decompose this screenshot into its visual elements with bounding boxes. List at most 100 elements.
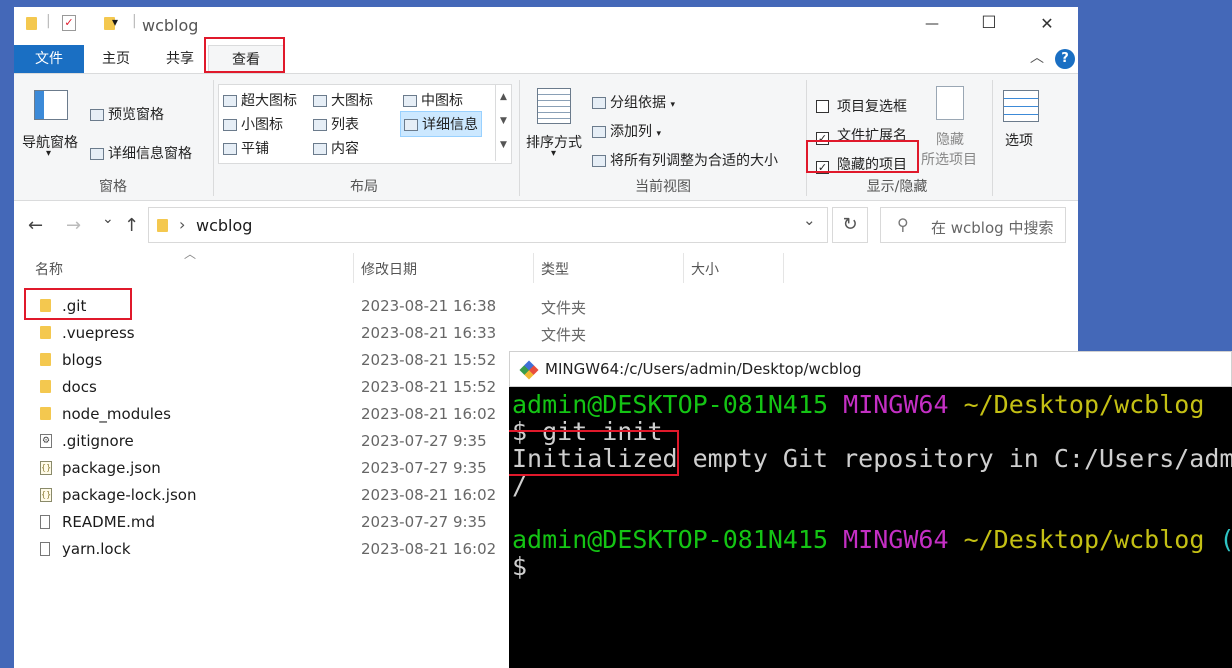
folder-icon bbox=[157, 219, 168, 232]
hidden-items-toggle[interactable]: ✓ 隐藏的项目 bbox=[816, 154, 907, 174]
options-icon bbox=[1003, 90, 1039, 122]
details-pane-label: 详细信息窗格 bbox=[108, 146, 192, 162]
layout-gallery: 超大图标 大图标 中图标 小图标 列表 详细信息 平铺 内容 ▲ ▼ ▼ bbox=[218, 84, 512, 164]
hide-selected-label-2[interactable]: 所选项目 bbox=[921, 149, 977, 169]
layout-scroll[interactable]: ▲ ▼ ▼ bbox=[495, 85, 511, 161]
navigation-pane-icon bbox=[34, 90, 68, 120]
column-header-name[interactable]: 名称 bbox=[35, 259, 63, 279]
preview-pane-icon bbox=[90, 109, 104, 121]
divider[interactable] bbox=[783, 253, 784, 283]
file-name: package.json bbox=[62, 459, 161, 477]
layout-extra-large-icons[interactable]: 超大图标 bbox=[223, 90, 297, 110]
chevron-down-icon[interactable]: ▾ bbox=[46, 148, 51, 159]
terminal-title-bar: MINGW64:/c/Users/admin/Desktop/wcblog bbox=[509, 351, 1232, 387]
address-dropdown-icon[interactable]: ⌄ bbox=[803, 211, 816, 229]
chevron-down-icon[interactable]: ▾ bbox=[551, 148, 556, 159]
prompt-cwd: ~/Desktop/wcblog bbox=[963, 525, 1205, 554]
layout-label: 列表 bbox=[331, 117, 359, 133]
chevron-down-icon: ▾ bbox=[670, 100, 675, 110]
file-date: 2023-08-21 16:38 bbox=[361, 297, 497, 315]
layout-large-icons[interactable]: 大图标 bbox=[313, 90, 373, 110]
divider bbox=[992, 80, 993, 196]
size-all-columns-button[interactable]: 将所有列调整为合适的大小 bbox=[592, 150, 778, 170]
folder-icon bbox=[40, 299, 51, 312]
divider[interactable] bbox=[683, 253, 684, 283]
close-button[interactable]: ✕ bbox=[1032, 14, 1062, 33]
column-header-size[interactable]: 大小 bbox=[691, 259, 719, 279]
group-by-button[interactable]: 分组依据 ▾ bbox=[592, 92, 675, 112]
layout-details[interactable]: 详细信息 bbox=[400, 111, 482, 137]
panes-group-label: 窗格 bbox=[99, 179, 127, 195]
hide-selected-label-1[interactable]: 隐藏 bbox=[936, 129, 964, 149]
collapse-ribbon-icon[interactable]: ︿ bbox=[1030, 47, 1044, 67]
terminal-command: $ git init bbox=[512, 417, 663, 446]
layout-tiles[interactable]: 平铺 bbox=[223, 138, 269, 158]
folder-icon bbox=[40, 380, 51, 393]
group-by-icon bbox=[592, 97, 606, 109]
folder-icon bbox=[40, 326, 51, 339]
divider[interactable] bbox=[533, 253, 534, 283]
column-header-date[interactable]: 修改日期 bbox=[361, 259, 417, 279]
layout-content[interactable]: 内容 bbox=[313, 138, 359, 158]
layout-label: 详细信息 bbox=[422, 117, 478, 133]
item-checkboxes-toggle[interactable]: 项目复选框 bbox=[816, 96, 907, 116]
layout-list[interactable]: 列表 bbox=[313, 114, 359, 134]
layout-label: 超大图标 bbox=[241, 93, 297, 109]
tab-home[interactable]: 主页 bbox=[94, 45, 138, 73]
recent-locations-button[interactable]: ⌄ bbox=[102, 211, 114, 227]
file-extensions-checkbox[interactable]: ✓ bbox=[816, 132, 829, 145]
file-row[interactable]: .git 2023-08-21 16:38 文件夹 bbox=[14, 294, 1078, 321]
terminal-window[interactable]: MINGW64:/c/Users/admin/Desktop/wcblog ad… bbox=[509, 351, 1232, 668]
json-file-icon: {} bbox=[40, 488, 52, 502]
layout-label: 平铺 bbox=[241, 141, 269, 157]
details-pane-button[interactable]: 详细信息窗格 bbox=[90, 143, 192, 163]
quick-access-dropdown-icon[interactable]: ▾ bbox=[112, 15, 118, 29]
refresh-button[interactable]: ↻ bbox=[832, 207, 868, 243]
extra-large-icons-icon bbox=[223, 95, 237, 107]
hidden-items-checkbox[interactable]: ✓ bbox=[816, 161, 829, 174]
file-row[interactable]: .vuepress 2023-08-21 16:33 文件夹 bbox=[14, 321, 1078, 348]
file-name: blogs bbox=[62, 351, 103, 369]
file-name: .gitignore bbox=[62, 432, 134, 450]
tab-view[interactable]: 查看 bbox=[208, 45, 284, 73]
file-date: 2023-08-21 16:33 bbox=[361, 324, 497, 342]
breadcrumb-separator-icon[interactable]: › bbox=[179, 215, 185, 234]
terminal-output-line: / bbox=[512, 471, 528, 500]
folder-icon bbox=[40, 407, 51, 420]
column-header-type[interactable]: 类型 bbox=[541, 259, 569, 279]
address-bar[interactable]: › wcblog ⌄ bbox=[148, 207, 828, 243]
json-file-icon: {} bbox=[40, 461, 52, 475]
terminal-output-line: Initialized empty Git repository in C:/U… bbox=[512, 444, 1232, 473]
back-button[interactable]: ← bbox=[28, 215, 43, 236]
layout-small-icons[interactable]: 小图标 bbox=[223, 114, 283, 134]
preview-pane-label: 预览窗格 bbox=[108, 107, 164, 123]
properties-icon[interactable]: ✓ bbox=[62, 15, 76, 31]
file-icon bbox=[40, 515, 50, 529]
add-columns-button[interactable]: 添加列 ▾ bbox=[592, 121, 661, 141]
file-extensions-toggle[interactable]: ✓ 文件扩展名 bbox=[816, 125, 907, 145]
address-row: ← → ⌄ ↑ › wcblog ⌄ ↻ ⚲ 在 wcblog 中搜索 bbox=[14, 207, 1078, 247]
tab-share[interactable]: 共享 bbox=[158, 45, 202, 73]
maximize-button[interactable]: ☐ bbox=[974, 13, 1004, 33]
divider[interactable] bbox=[353, 253, 354, 283]
options-button[interactable]: 选项 bbox=[1005, 130, 1033, 150]
file-date: 2023-08-21 16:02 bbox=[361, 405, 497, 423]
preview-pane-button[interactable]: 预览窗格 bbox=[90, 104, 164, 124]
breadcrumb-wcblog[interactable]: wcblog bbox=[196, 216, 252, 235]
forward-button[interactable]: → bbox=[66, 215, 81, 236]
add-columns-icon bbox=[592, 126, 606, 138]
search-input[interactable]: ⚲ 在 wcblog 中搜索 bbox=[880, 207, 1066, 243]
folder-icon bbox=[26, 17, 37, 30]
item-checkboxes-checkbox[interactable] bbox=[816, 100, 829, 113]
help-icon[interactable]: ? bbox=[1055, 49, 1075, 69]
divider: | bbox=[132, 13, 137, 29]
minimize-button[interactable]: — bbox=[917, 16, 947, 32]
sort-by-icon bbox=[537, 88, 571, 124]
details-pane-icon bbox=[90, 148, 104, 160]
tab-file[interactable]: 文件 bbox=[14, 45, 84, 73]
up-button[interactable]: ↑ bbox=[124, 215, 139, 236]
size-columns-icon bbox=[592, 155, 606, 167]
add-columns-label: 添加列 bbox=[610, 124, 652, 140]
layout-medium-icons[interactable]: 中图标 bbox=[403, 90, 463, 110]
item-checkboxes-label: 项目复选框 bbox=[837, 99, 907, 115]
